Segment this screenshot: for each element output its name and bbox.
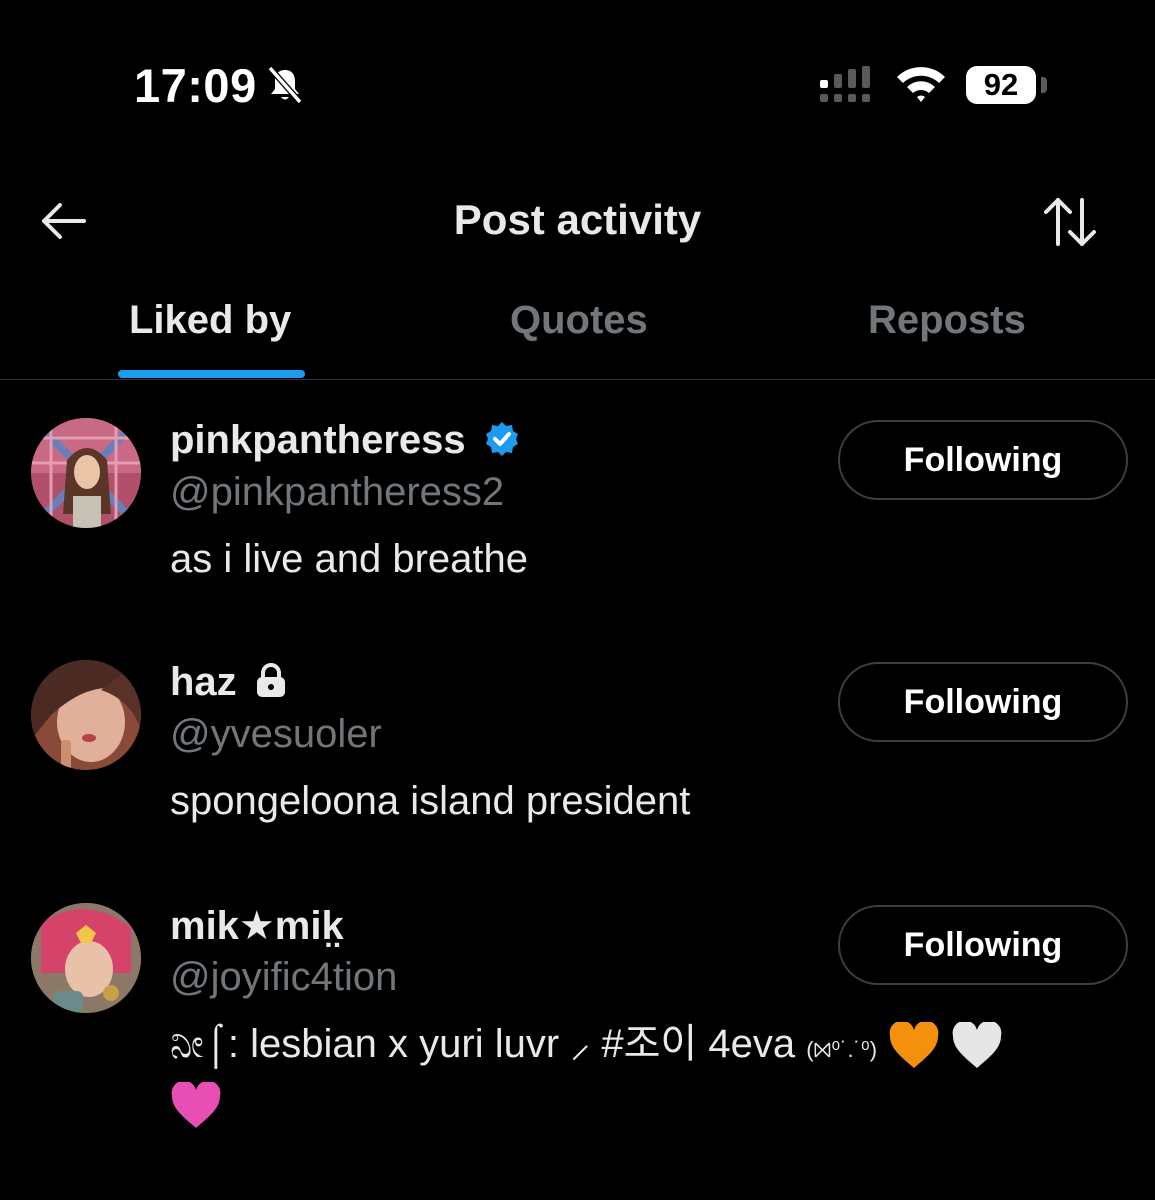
display-name-text: haz xyxy=(170,660,237,704)
status-bar: 17:09 92 xyxy=(0,0,1155,170)
battery-nub xyxy=(1041,77,1047,93)
tab-quotes[interactable]: Quotes xyxy=(510,298,648,343)
orange-heart-icon xyxy=(889,1022,939,1069)
bell-muted-icon xyxy=(267,66,303,104)
tab-liked-by[interactable]: Liked by xyxy=(129,298,291,343)
user-bio: spongeloona island president xyxy=(170,779,691,823)
user-handle: @yvesuoler xyxy=(170,712,382,756)
tabs-divider xyxy=(0,379,1155,380)
page-title: Post activity xyxy=(453,196,702,243)
display-name[interactable]: mik★mik̤ xyxy=(170,903,344,949)
user-bio: as i live and breathe xyxy=(170,537,529,581)
avatar[interactable] xyxy=(31,903,141,1013)
lock-icon xyxy=(256,663,285,698)
user-handle: @pinkpantheress2 xyxy=(170,470,505,514)
list-item[interactable]: haz @yvesuoler spongeloona island presid… xyxy=(0,660,1155,900)
active-tab-indicator xyxy=(118,370,305,378)
sort-arrows-icon[interactable] xyxy=(1040,194,1100,250)
tab-reposts[interactable]: Reposts xyxy=(868,298,1026,343)
wifi-icon xyxy=(897,67,945,102)
pink-heart-icon xyxy=(171,1082,221,1129)
bio-text: ನೀ⌠: lesbian x yuri luvr ⸝ #조이 4eva xyxy=(170,1022,807,1066)
avatar[interactable] xyxy=(31,418,141,528)
following-button[interactable]: Following xyxy=(838,662,1128,742)
display-name-text: mik★mik̤ xyxy=(170,904,344,948)
user-bio: ನೀ⌠: lesbian x yuri luvr ⸝ #조이 4eva (⨝⁰˙… xyxy=(170,1017,1110,1131)
display-name[interactable]: pinkpantheress xyxy=(170,418,521,463)
display-name[interactable]: haz xyxy=(170,660,288,705)
battery-indicator: 92 xyxy=(966,66,1036,104)
status-time: 17:09 xyxy=(134,59,257,112)
verified-badge-icon xyxy=(485,422,518,457)
following-button[interactable]: Following xyxy=(838,905,1128,985)
following-button[interactable]: Following xyxy=(838,420,1128,500)
display-name-text: pinkpantheress xyxy=(170,418,466,462)
avatar[interactable] xyxy=(31,660,141,770)
cellular-signal-icon xyxy=(820,66,870,102)
bio-kaomoji: (⨝⁰˙.˙⁰) xyxy=(806,1037,878,1062)
post-activity-screen: 17:09 92 Post activity Liked by Quotes R… xyxy=(0,0,1155,1200)
list-item[interactable]: mik★mik̤ @joyific4tion ನೀ⌠: lesbian x yu… xyxy=(0,903,1155,1143)
white-heart-icon xyxy=(952,1022,1002,1069)
list-item[interactable]: pinkpantheress @pinkpantheress2 as i liv… xyxy=(0,418,1155,658)
user-handle: @joyific4tion xyxy=(170,955,398,999)
